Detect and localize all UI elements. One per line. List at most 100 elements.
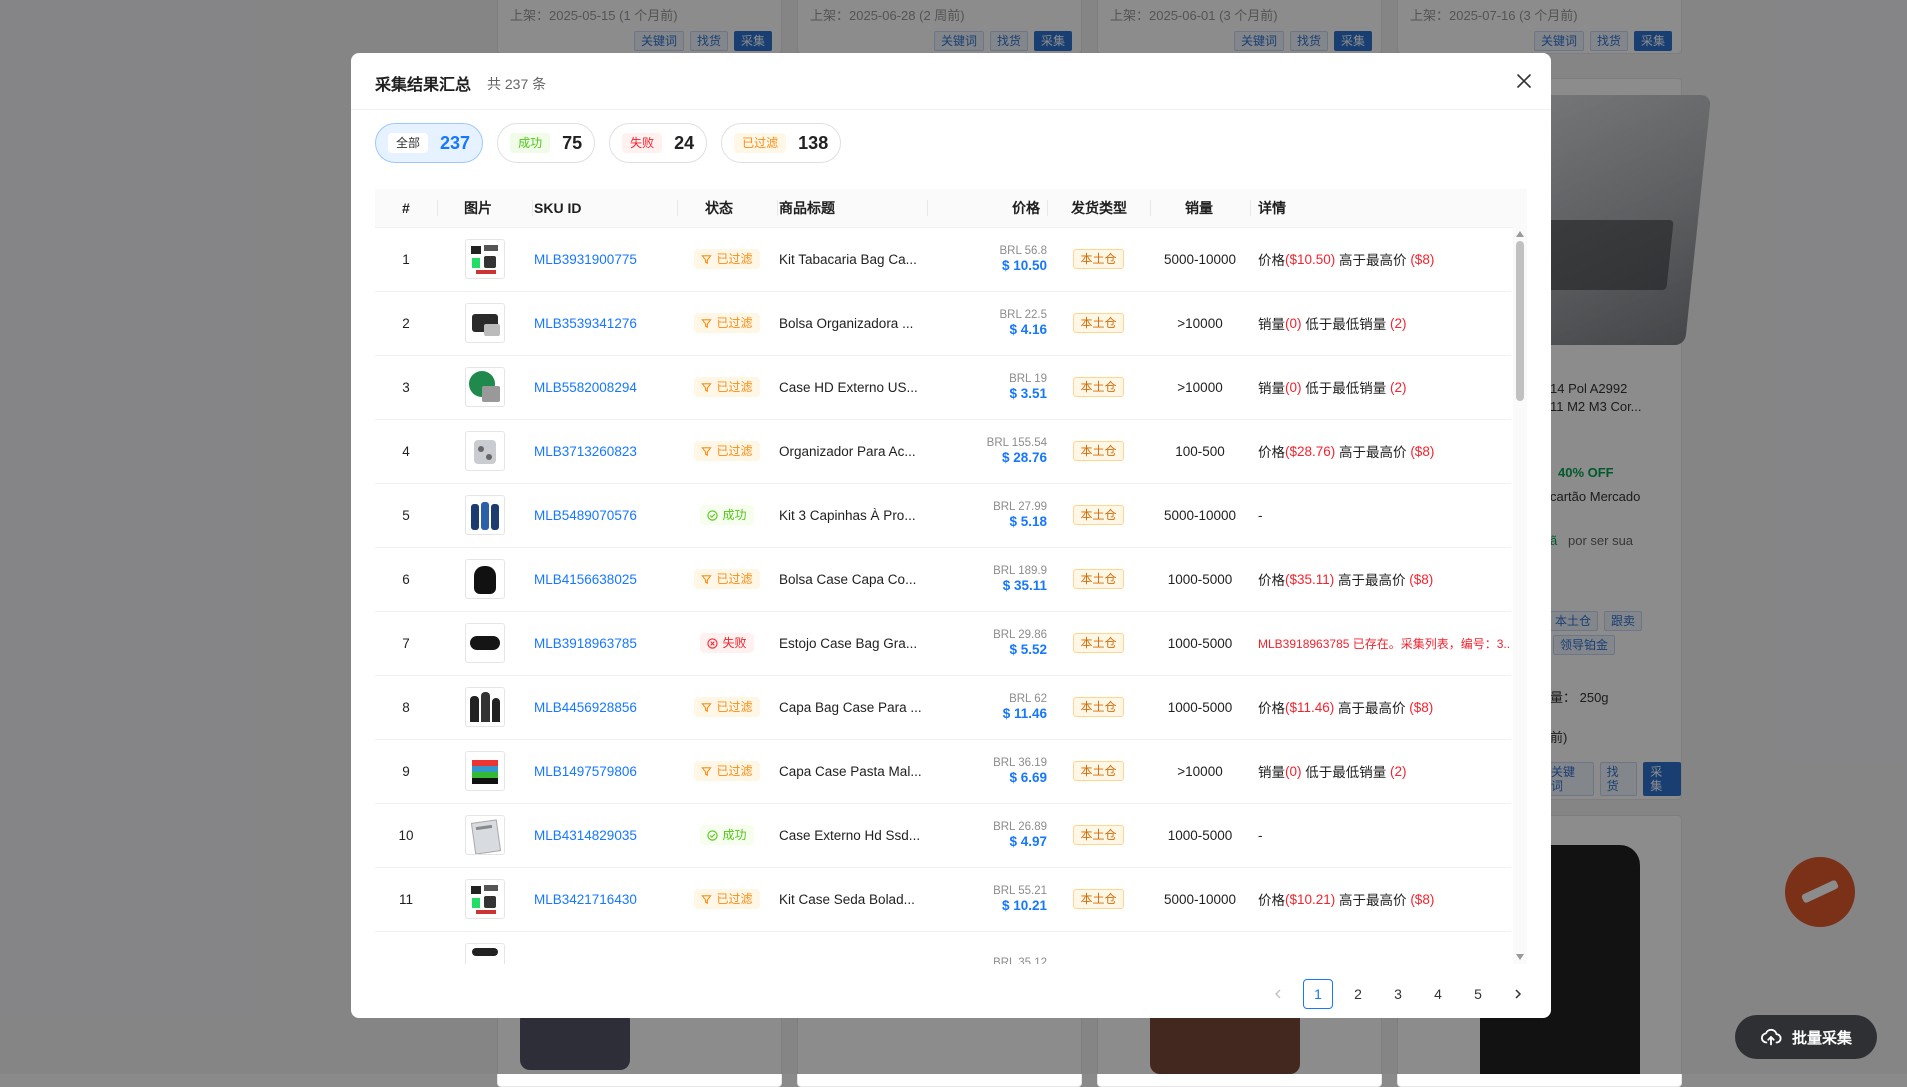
page-button[interactable]: 4 [1423, 979, 1453, 1009]
status-badge: 已过滤 [694, 761, 760, 781]
total-count: 共 237 条 [487, 76, 547, 92]
detail-cell: - [1258, 803, 1511, 867]
table-row[interactable]: 1 MLB3931900775 已过滤 Kit Tabacaria Bag Ca...… [375, 227, 1511, 292]
sku-link[interactable]: MLB5582008294 [532, 355, 679, 419]
product-thumbnail[interactable] [464, 431, 505, 471]
scroll-up-arrow-icon[interactable] [1516, 231, 1524, 237]
detail-rule: 低于最低销量 [1301, 317, 1391, 332]
status-label: 已过滤 [716, 444, 753, 458]
price-cell: BRL 155.54 $ 28.76 [927, 419, 1047, 483]
status-label: 已过滤 [716, 252, 753, 266]
table-row[interactable]: 8 MLB4456928856 已过滤 Capa Bag Case Para ... B… [375, 675, 1511, 740]
product-thumbnail[interactable] [464, 303, 505, 343]
next-page-button[interactable] [1503, 979, 1533, 1009]
detail-rule: 低于最低销量 [1301, 381, 1391, 396]
price-brl: BRL 62 [1009, 693, 1047, 705]
sku-link[interactable]: MLB3421716430 [532, 867, 679, 931]
filter-all[interactable]: 全部 237 [375, 123, 484, 163]
price-usd: $ 4.16 [1009, 322, 1047, 337]
sku-link[interactable] [532, 931, 679, 964]
price-usd: $ 6.69 [1009, 770, 1047, 785]
sku-link[interactable]: MLB3931900775 [532, 227, 679, 291]
product-thumbnail[interactable] [464, 239, 505, 279]
price-brl: BRL 35.12 [993, 956, 1047, 965]
row-index: 1 [402, 251, 410, 267]
filter-icon [701, 382, 713, 392]
page-button[interactable]: 2 [1343, 979, 1373, 1009]
detail-limit-value: (2) [1390, 379, 1407, 395]
table-row[interactable]: 7 MLB3918963785 失败 Estojo Case Bag Gra... BR… [375, 611, 1511, 676]
modal-title: 采集结果汇总 [375, 77, 472, 94]
product-thumbnail[interactable] [464, 815, 505, 855]
sales-range: 1000-5000 [1167, 827, 1233, 843]
table-row[interactable]: 11 MLB3421716430 已过滤 Kit Case Seda Bolad...… [375, 867, 1511, 932]
product-thumbnail[interactable] [464, 751, 505, 791]
sku-link[interactable]: MLB4156638025 [532, 547, 679, 611]
product-thumbnail[interactable] [464, 943, 505, 964]
sku-link[interactable]: MLB4314829035 [532, 803, 679, 867]
table-row[interactable]: 6 MLB4156638025 已过滤 Bolsa Case Capa Co... BR… [375, 547, 1511, 612]
filter-icon [701, 894, 713, 904]
detail-rule: 高于最高价 [1335, 893, 1411, 908]
row-index [375, 931, 437, 964]
status-badge: 已过滤 [694, 441, 760, 461]
price-usd: $ 5.18 [1009, 514, 1047, 529]
detail-cell: - [1258, 483, 1511, 547]
prev-page-button[interactable] [1263, 979, 1293, 1009]
filter-fail[interactable]: 失败 24 [609, 123, 708, 163]
batch-collect-button[interactable]: 批量采集 [1735, 1015, 1877, 1059]
product-thumbnail[interactable] [464, 879, 505, 919]
pagination: 12345 [1263, 979, 1533, 1009]
results-table: # 图片 SKU ID 状态 商品标题 价格 发货类型 销量 详情 1 MLB39… [375, 189, 1527, 964]
batch-collect-label: 批量采集 [1791, 1029, 1852, 1047]
status-label: 已过滤 [716, 892, 753, 906]
close-button[interactable] [1511, 68, 1537, 94]
sku-link[interactable]: MLB1497579806 [532, 739, 679, 803]
table-row[interactable]: 10 MLB4314829035 成功 Case Externo Hd Ssd... B… [375, 803, 1511, 868]
detail-actual-value: ($11.46) [1285, 699, 1335, 715]
scroll-down-arrow-icon[interactable] [1516, 954, 1524, 960]
detail-limit-value: ($8) [1409, 571, 1434, 587]
table-row[interactable]: 4 MLB3713260823 已过滤 Organizador Para Ac... B… [375, 419, 1511, 484]
price-usd: $ 28.76 [1001, 450, 1047, 465]
sku-link[interactable]: MLB3713260823 [532, 419, 679, 483]
detail-cell: 价格 ($35.11) 高于最高价 ($8) [1258, 547, 1511, 611]
table-row[interactable]: 5 MLB5489070576 成功 Kit 3 Capinhas À Pro... B… [375, 483, 1511, 548]
table-scrollbar[interactable] [1513, 227, 1527, 964]
detail-limit-value: (2) [1390, 763, 1407, 779]
price-cell: BRL 22.5 $ 4.16 [927, 291, 1047, 355]
table-row[interactable]: 3 MLB5582008294 已过滤 Case HD Externo US... BR… [375, 355, 1511, 420]
product-thumbnail[interactable] [464, 559, 505, 599]
ship-type-badge: 本土仓 [1073, 249, 1124, 269]
page-button[interactable]: 1 [1303, 979, 1333, 1009]
scroll-thumb[interactable] [1516, 241, 1524, 401]
product-thumbnail[interactable] [464, 367, 505, 407]
page-button[interactable]: 5 [1463, 979, 1493, 1009]
table-row[interactable]: BRL 35.12 [375, 931, 1511, 964]
sku-link[interactable]: MLB3918963785 [532, 611, 679, 675]
detail-limit-value: ($8) [1410, 251, 1435, 267]
col-status: 状态 [705, 200, 733, 216]
table-row[interactable]: 2 MLB3539341276 已过滤 Bolsa Organizadora ... B… [375, 291, 1511, 356]
sku-link[interactable]: MLB3539341276 [532, 291, 679, 355]
detail-cell: 价格 ($10.21) 高于最高价 ($8) [1258, 867, 1511, 931]
filter-filtered[interactable]: 已过滤 138 [721, 123, 842, 163]
table-body[interactable]: 1 MLB3931900775 已过滤 Kit Tabacaria Bag Ca...… [375, 227, 1511, 964]
detail-cell: 销量 (0) 低于最低销量 (2) [1258, 355, 1511, 419]
product-thumbnail[interactable] [464, 687, 505, 727]
status-badge: 已过滤 [694, 313, 760, 333]
product-title: Bolsa Organizadora ... [779, 315, 914, 331]
row-index: 2 [402, 315, 410, 331]
filter-success[interactable]: 成功 75 [497, 123, 596, 163]
price-usd: $ 10.50 [1001, 258, 1047, 273]
product-thumbnail[interactable] [464, 623, 505, 663]
page-button[interactable]: 3 [1383, 979, 1413, 1009]
sku-link[interactable]: MLB5489070576 [532, 483, 679, 547]
product-title: Case Externo Hd Ssd... [779, 827, 921, 843]
table-row[interactable]: 9 MLB1497579806 已过滤 Capa Case Pasta Mal... B… [375, 739, 1511, 804]
sales-range: 5000-10000 [1163, 891, 1237, 907]
product-thumbnail[interactable] [464, 495, 505, 535]
price-brl: BRL 55.21 [993, 885, 1047, 897]
detail-actual-value: ($35.11) [1285, 571, 1335, 587]
sku-link[interactable]: MLB4456928856 [532, 675, 679, 739]
